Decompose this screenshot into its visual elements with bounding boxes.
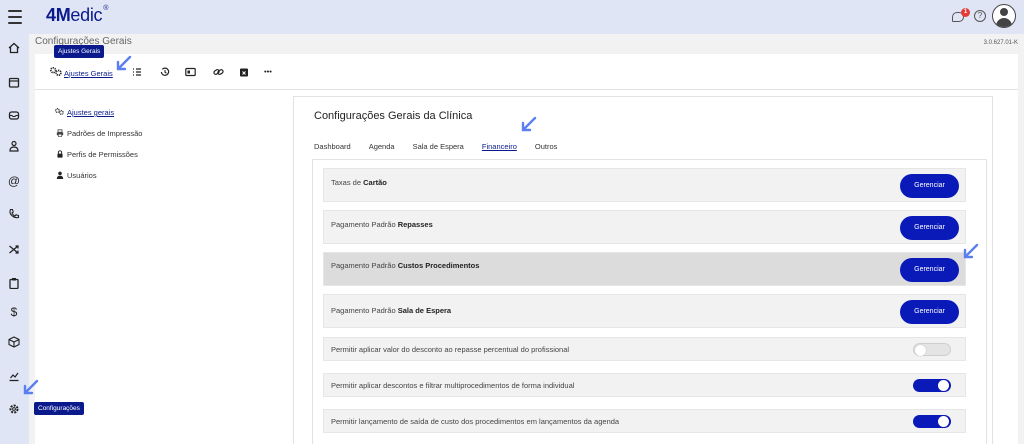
history-icon[interactable] — [160, 67, 170, 77]
phone-icon[interactable] — [6, 206, 22, 222]
nav-label: Padrões de Impressão — [67, 129, 143, 138]
more-icon[interactable]: ••• — [264, 67, 272, 76]
gerenciar-repasses-button[interactable]: Gerenciar — [900, 216, 959, 240]
avatar[interactable] — [992, 4, 1016, 28]
settings-nav: Ajustes gerais Padrões de Impressão Perf… — [54, 102, 142, 186]
row-label: Taxas de Cartão — [331, 178, 387, 187]
toolbar-ajustes-label: Ajustes Gerais — [64, 68, 113, 78]
clinic-settings-panel: Configurações Gerais da Clínica Dashboar… — [293, 96, 993, 444]
tab-outros[interactable]: Outros — [535, 142, 558, 151]
nav-label: Usuários — [67, 171, 97, 180]
tooltip-ajustes-gerais: Ajustes Gerais — [54, 45, 105, 58]
desconto-repasse-toggle[interactable] — [913, 343, 951, 356]
list-icon[interactable] — [132, 67, 142, 77]
calendar-icon[interactable] — [6, 74, 22, 90]
notifications-icon[interactable]: 1 — [952, 8, 970, 24]
nav-perfis-permissoes[interactable]: Perfis de Permissões — [55, 144, 142, 165]
main-content: Ajustes Gerais ••• Ajustes gerais Padrõe… — [35, 54, 1018, 444]
settings-row-repasses: Pagamento Padrão Repasses Gerenciar — [323, 210, 966, 244]
toggle-row-desconto-repasse: Permitir aplicar valor do desconto ao re… — [323, 337, 966, 361]
help-icon[interactable]: ? — [974, 10, 986, 22]
menu-icon[interactable] — [8, 10, 22, 24]
toolbar: Ajustes Gerais ••• — [35, 54, 1018, 90]
settings-row-cartao: Taxas de Cartão Gerenciar — [323, 168, 966, 202]
settings-row-sala-espera: Pagamento Padrão Sala de Espera Gerencia… — [323, 294, 966, 328]
financeiro-settings: Taxas de Cartão Gerenciar Pagamento Padr… — [312, 159, 987, 444]
people-icon[interactable] — [6, 138, 22, 154]
settings-tabs: Dashboard Agenda Sala de Espera Financei… — [314, 142, 557, 151]
user-icon — [55, 171, 64, 181]
home-icon[interactable] — [6, 40, 22, 56]
gerenciar-cartao-button[interactable]: Gerenciar — [900, 174, 959, 198]
toggle-label: Permitir aplicar descontos e filtrar mul… — [331, 381, 575, 390]
gerenciar-custos-button[interactable]: Gerenciar — [900, 258, 959, 282]
annotation-arrow-icon — [23, 379, 39, 395]
tooltip-configuracoes: Configurações — [34, 402, 84, 415]
toggle-label: Permitir lançamento de saída de custo do… — [331, 417, 620, 426]
dollar-icon[interactable]: $ — [6, 304, 22, 320]
saida-custo-toggle[interactable] — [913, 415, 951, 428]
lock-icon — [55, 149, 64, 160]
row-label: Pagamento Padrão Repasses — [331, 220, 433, 229]
box-icon[interactable] — [6, 334, 22, 350]
nav-label: Ajustes gerais — [67, 108, 115, 117]
link-icon[interactable] — [213, 67, 224, 77]
nav-label: Perfis de Permissões — [67, 150, 138, 159]
toggle-row-multiprocedimentos: Permitir aplicar descontos e filtrar mul… — [323, 373, 966, 397]
toggle-label: Permitir aplicar valor do desconto ao re… — [331, 345, 570, 354]
tab-sala-de-espera[interactable]: Sala de Espera — [413, 142, 464, 151]
gerenciar-sala-espera-button[interactable]: Gerenciar — [900, 300, 959, 324]
nav-padroes-impressao[interactable]: Padrões de Impressão — [55, 123, 142, 144]
tab-dashboard[interactable]: Dashboard — [314, 142, 351, 151]
tab-agenda[interactable]: Agenda — [369, 142, 395, 151]
toolbar-ajustes-gerais[interactable]: Ajustes Gerais — [49, 66, 113, 79]
annotation-arrow-icon — [963, 243, 979, 259]
settings-row-custos: Pagamento Padrão Custos Procedimentos Ge… — [323, 252, 966, 286]
annotation-arrow-icon — [116, 55, 132, 71]
version-label: 3.0.627.01-K — [983, 40, 1018, 46]
annotation-arrow-icon — [521, 116, 537, 132]
nav-ajustes-gerais[interactable]: Ajustes gerais — [54, 102, 142, 123]
nav-usuarios[interactable]: Usuários — [55, 165, 142, 186]
inbox-icon[interactable] — [6, 107, 22, 123]
gear-icon[interactable] — [6, 401, 22, 417]
gears-icon — [49, 66, 62, 79]
id-card-icon[interactable] — [185, 67, 196, 77]
panel-title: Configurações Gerais da Clínica — [314, 110, 473, 122]
printer-icon — [55, 128, 64, 139]
shuffle-icon[interactable] — [6, 241, 22, 257]
at-sign-icon[interactable]: @ — [6, 173, 22, 189]
row-label: Pagamento Padrão Sala de Espera — [331, 306, 452, 315]
calendar-x-icon[interactable] — [239, 67, 249, 77]
gears-icon — [54, 108, 64, 117]
clipboard-icon[interactable] — [6, 275, 22, 291]
app-logo[interactable]: 4Medic® — [46, 5, 108, 26]
tab-financeiro[interactable]: Financeiro — [482, 142, 517, 151]
top-bar: 4Medic® 1 ? — [0, 0, 1024, 34]
multiprocedimentos-toggle[interactable] — [913, 379, 951, 392]
row-label: Pagamento Padrão Custos Procedimentos — [331, 261, 480, 270]
notification-badge: 1 — [961, 8, 970, 17]
toggle-row-saida-custo: Permitir lançamento de saída de custo do… — [323, 409, 966, 433]
